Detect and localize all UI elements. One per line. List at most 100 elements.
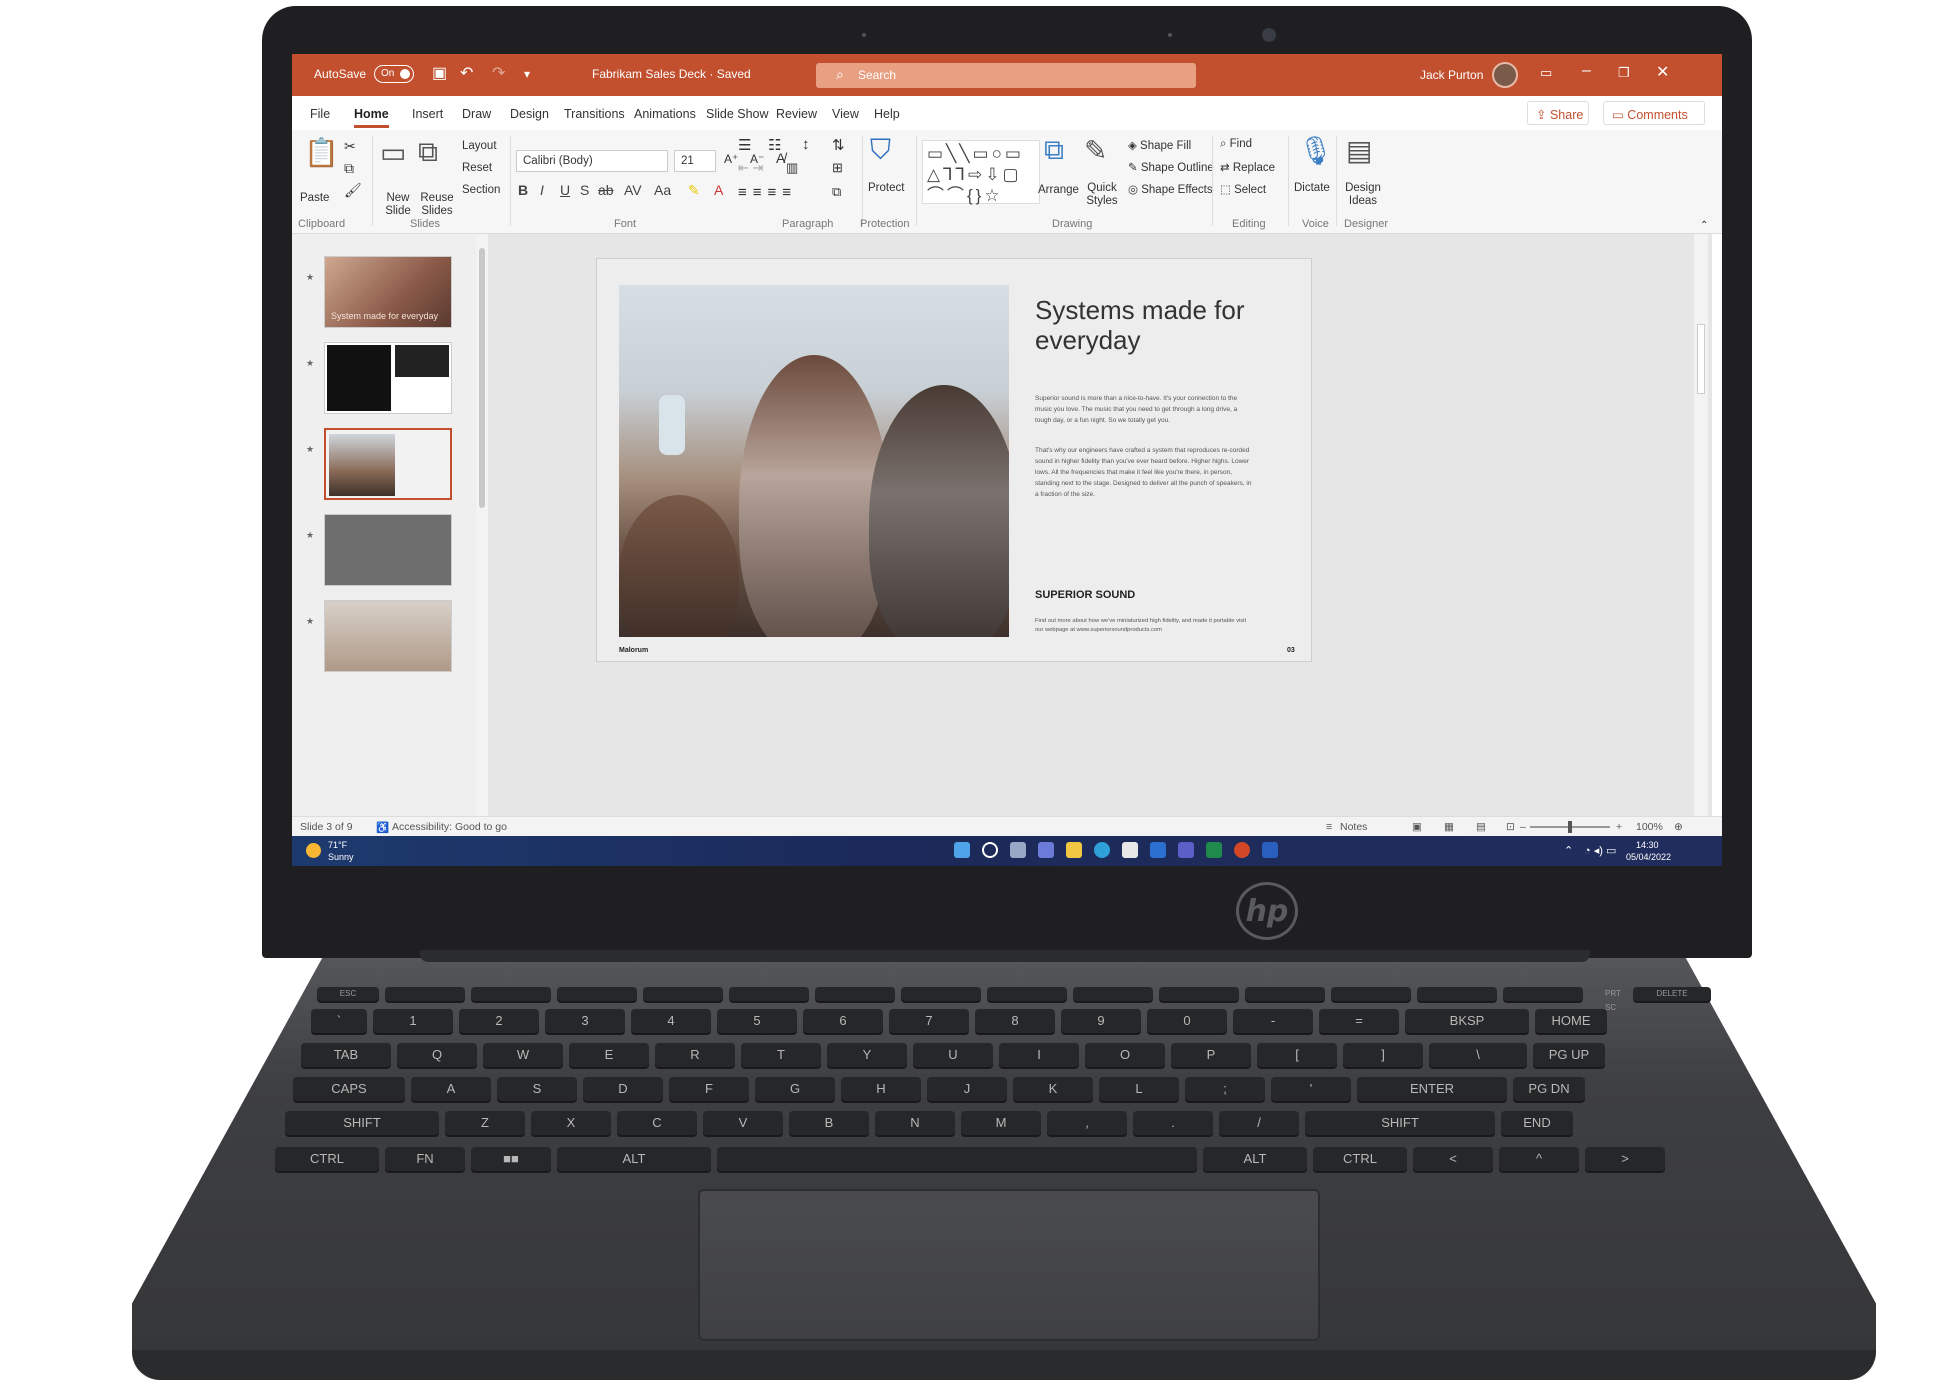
slide-title[interactable]: Systems made for everyday bbox=[1035, 295, 1295, 355]
search-box[interactable]: ⌕ Search bbox=[816, 63, 1196, 88]
char-spacing-icon[interactable]: AV bbox=[624, 182, 642, 198]
task-view-icon[interactable] bbox=[1010, 842, 1026, 858]
tab-draw[interactable]: Draw bbox=[462, 107, 491, 121]
weather-condition[interactable]: Sunny bbox=[328, 852, 354, 862]
clock-date[interactable]: 05/04/2022 bbox=[1626, 852, 1671, 862]
replace-button[interactable]: ⇄ Replace bbox=[1220, 160, 1275, 174]
tab-review[interactable]: Review bbox=[776, 107, 817, 121]
notes-button[interactable]: Notes bbox=[1340, 821, 1367, 833]
arrange-icon[interactable]: ⧉ bbox=[1044, 134, 1064, 167]
tab-help[interactable]: Help bbox=[874, 107, 900, 121]
thumbnails-scrollbar[interactable] bbox=[476, 234, 488, 816]
zoom-out-icon[interactable]: – bbox=[1520, 821, 1526, 833]
zoom-slider-knob[interactable] bbox=[1568, 821, 1572, 833]
design-ideas-button[interactable]: Design Ideas bbox=[1342, 182, 1384, 208]
collapse-ribbon-icon[interactable]: ⌃ bbox=[1700, 220, 1708, 231]
clock-time[interactable]: 14:30 bbox=[1636, 840, 1659, 850]
italic-icon[interactable]: I bbox=[540, 182, 544, 198]
customize-qat-icon[interactable]: ▾ bbox=[524, 67, 530, 81]
slide-footer-text[interactable]: Find out more about how we've miniaturiz… bbox=[1035, 617, 1255, 635]
teams-icon[interactable] bbox=[1178, 842, 1194, 858]
minimize-icon[interactable]: – bbox=[1582, 62, 1591, 80]
user-name[interactable]: Jack Purton bbox=[1420, 68, 1483, 82]
save-icon[interactable]: ▣ bbox=[432, 63, 447, 83]
paste-button[interactable]: Paste bbox=[300, 192, 329, 204]
chat-icon[interactable] bbox=[1038, 842, 1054, 858]
outlook-icon[interactable] bbox=[1150, 842, 1166, 858]
change-case-icon[interactable]: Aa bbox=[654, 182, 671, 198]
copy-icon[interactable]: ⧉ bbox=[344, 160, 354, 177]
current-slide[interactable]: Systems made for everyday Superior sound… bbox=[596, 258, 1312, 662]
slide-photo[interactable] bbox=[619, 285, 1009, 637]
file-explorer-icon[interactable] bbox=[1066, 842, 1082, 858]
strikethrough-icon[interactable]: ab bbox=[598, 182, 614, 198]
reset-button[interactable]: Reset bbox=[462, 162, 492, 174]
restore-icon[interactable]: ❐ bbox=[1618, 65, 1630, 81]
slide-thumbnail-2[interactable] bbox=[324, 342, 452, 414]
smartart-icon[interactable]: ⧉ bbox=[832, 184, 841, 200]
protect-icon[interactable]: ⛉ bbox=[870, 134, 891, 167]
design-ideas-icon[interactable]: ▤ bbox=[1346, 134, 1372, 167]
line-spacing-icon[interactable]: ↕ bbox=[802, 136, 810, 153]
tab-transitions[interactable]: Transitions bbox=[564, 107, 625, 121]
slide-heading[interactable]: SUPERIOR SOUND bbox=[1035, 589, 1135, 601]
paste-icon[interactable]: 📋 bbox=[304, 136, 339, 169]
indent-icon[interactable]: ⇤ ⇥ bbox=[738, 160, 763, 176]
word-icon[interactable] bbox=[1262, 842, 1278, 858]
weather-temperature[interactable]: 71°F bbox=[328, 840, 347, 850]
tab-animations[interactable]: Animations bbox=[634, 107, 696, 121]
scroll-thumb[interactable] bbox=[1697, 324, 1705, 394]
slide-counter[interactable]: Slide 3 of 9 bbox=[300, 821, 353, 833]
shape-effects-button[interactable]: ◎ Shape Effects bbox=[1128, 182, 1213, 196]
fit-slide-icon[interactable]: ⊕ bbox=[1674, 821, 1683, 833]
slide-sorter-icon[interactable]: ▦ bbox=[1444, 821, 1454, 833]
microphone-icon[interactable]: 🎙 bbox=[1298, 134, 1334, 167]
columns-icon[interactable]: ▥ bbox=[786, 160, 798, 176]
dictate-button[interactable]: Dictate bbox=[1294, 182, 1330, 194]
normal-view-icon[interactable]: ▣ bbox=[1412, 821, 1422, 833]
text-direction-icon[interactable]: ⇅ bbox=[832, 136, 845, 154]
tab-file[interactable]: File bbox=[310, 107, 330, 121]
quick-styles-icon[interactable]: ✎ bbox=[1084, 134, 1107, 167]
numbering-icon[interactable]: ☷ bbox=[768, 136, 781, 154]
reuse-slides-icon[interactable]: ⧉ bbox=[418, 136, 438, 169]
arrange-button[interactable]: Arrange bbox=[1038, 184, 1079, 196]
slideshow-icon[interactable]: ⊡ bbox=[1506, 821, 1515, 833]
slide-thumbnail-4[interactable] bbox=[324, 514, 452, 586]
scroll-thumb[interactable] bbox=[479, 248, 485, 508]
find-button[interactable]: ⌕ Find bbox=[1220, 138, 1252, 151]
ribbon-display-icon[interactable]: ▭ bbox=[1540, 65, 1552, 81]
bold-icon[interactable]: B bbox=[518, 182, 528, 198]
select-button[interactable]: ⬚ Select bbox=[1220, 182, 1266, 196]
tab-insert[interactable]: Insert bbox=[412, 107, 443, 121]
alignment-icons[interactable]: ≡≡≡≡ bbox=[738, 184, 797, 201]
slide-body-paragraph-2[interactable]: That's why our engineers have crafted a … bbox=[1035, 445, 1255, 500]
new-slide-button[interactable]: New Slide bbox=[378, 192, 418, 218]
tab-slide-show[interactable]: Slide Show bbox=[706, 107, 769, 121]
shadow-icon[interactable]: S bbox=[580, 182, 589, 198]
comments-button[interactable]: ▭ Comments bbox=[1603, 101, 1705, 125]
shapes-gallery[interactable]: ▭╲╲▭○▭△⅂⅂⇨⇩▢ ⌒⌒{}☆ bbox=[922, 140, 1040, 205]
shape-fill-button[interactable]: ◈ Shape Fill bbox=[1128, 138, 1191, 152]
edge-icon[interactable] bbox=[1094, 842, 1110, 858]
store-icon[interactable] bbox=[1122, 842, 1138, 858]
undo-icon[interactable]: ↶ bbox=[460, 63, 473, 83]
underline-icon[interactable]: U bbox=[560, 182, 570, 198]
quick-styles-button[interactable]: Quick Styles bbox=[1082, 182, 1122, 208]
reading-view-icon[interactable]: ▤ bbox=[1476, 821, 1486, 833]
excel-icon[interactable] bbox=[1206, 842, 1222, 858]
autosave-toggle[interactable]: On bbox=[374, 65, 414, 83]
align-text-icon[interactable]: ⊞ bbox=[832, 160, 843, 176]
shape-outline-button[interactable]: ✎ Shape Outline bbox=[1128, 160, 1214, 174]
start-icon[interactable] bbox=[954, 842, 970, 858]
search-icon[interactable] bbox=[982, 842, 998, 858]
font-color-icon[interactable]: A bbox=[714, 182, 723, 198]
tab-view[interactable]: View bbox=[832, 107, 859, 121]
bullets-icon[interactable]: ☰ bbox=[738, 136, 751, 154]
network-volume-icons[interactable]: ◔ ◂) ▭ bbox=[1584, 844, 1616, 857]
powerpoint-icon[interactable] bbox=[1234, 842, 1250, 858]
slide-brand[interactable]: Malorum bbox=[619, 647, 648, 654]
slide-thumbnail-3[interactable] bbox=[324, 428, 452, 500]
redo-icon[interactable]: ↷ bbox=[492, 63, 505, 83]
font-name-dropdown[interactable]: Calibri (Body) bbox=[516, 150, 668, 172]
